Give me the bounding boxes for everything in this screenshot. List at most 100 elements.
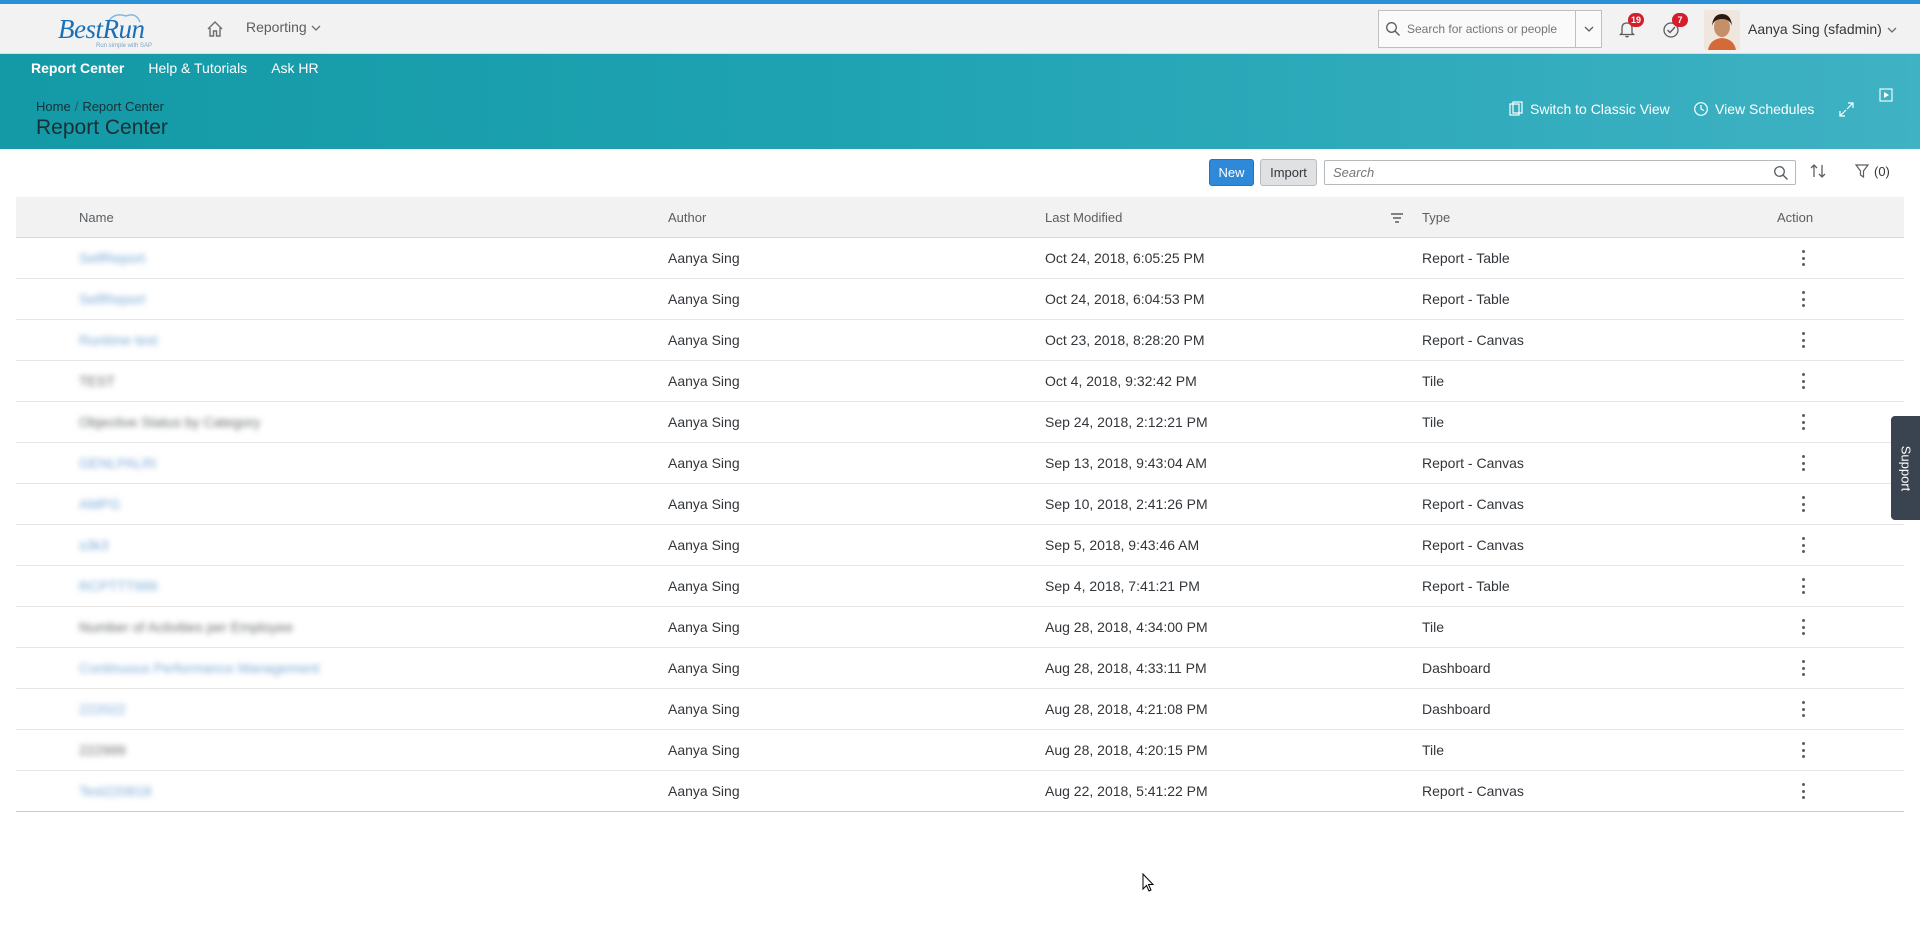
kebab-menu-icon[interactable] — [1797, 740, 1809, 760]
report-name-link[interactable]: Continuous Performance Management — [79, 660, 319, 676]
table-row[interactable]: 222022 Aanya Sing Aug 28, 2018, 4:21:08 PM… — [16, 689, 1904, 730]
report-last-modified: Oct 24, 2018, 6:05:25 PM — [1045, 250, 1205, 266]
subnav-help-tutorials[interactable]: Help & Tutorials — [148, 60, 259, 76]
switch-classic-view-button[interactable]: Switch to Classic View — [1508, 101, 1670, 117]
report-type: Tile — [1422, 619, 1445, 635]
table-row[interactable]: Objective Status by Category Aanya Sing Se… — [16, 402, 1904, 443]
new-button[interactable]: New — [1209, 159, 1254, 186]
breadcrumb-home[interactable]: Home — [36, 99, 71, 114]
report-last-modified: Sep 4, 2018, 7:41:21 PM — [1045, 578, 1200, 594]
search-scope-dropdown[interactable] — [1575, 11, 1601, 47]
view-schedules-button[interactable]: View Schedules — [1693, 101, 1814, 117]
report-name-link[interactable]: GENLPALRI — [79, 455, 157, 471]
fullscreen-icon[interactable] — [1838, 101, 1855, 121]
table-row[interactable]: s3k3 Aanya Sing Sep 5, 2018, 9:43:46 AM Rep… — [16, 525, 1904, 566]
kebab-menu-icon[interactable] — [1797, 699, 1809, 719]
global-search-input[interactable] — [1407, 22, 1575, 36]
kebab-menu-icon[interactable] — [1797, 371, 1809, 391]
kebab-menu-icon[interactable] — [1797, 453, 1809, 473]
table-row[interactable]: SelfReport Aanya Sing Oct 24, 2018, 6:05:2… — [16, 238, 1904, 279]
kebab-menu-icon[interactable] — [1797, 248, 1809, 268]
todo-button[interactable]: 7 — [1661, 13, 1688, 41]
report-list-panel: New Import (0) Name Author Last Modified… — [16, 149, 1904, 938]
chevron-down-icon — [1584, 26, 1593, 32]
avatar[interactable] — [1704, 10, 1740, 50]
report-last-modified: Oct 4, 2018, 9:32:42 PM — [1045, 373, 1197, 389]
table-search-input[interactable] — [1325, 165, 1755, 180]
report-author: Aanya Sing — [668, 619, 740, 635]
kebab-menu-icon[interactable] — [1797, 617, 1809, 637]
report-name-link[interactable]: RCPTTT999 — [79, 578, 158, 594]
table-row[interactable]: 222999 Aanya Sing Aug 28, 2018, 4:20:15 PM… — [16, 730, 1904, 771]
kebab-menu-icon[interactable] — [1797, 658, 1809, 678]
report-name-link[interactable]: 222022 — [79, 701, 126, 717]
report-name-link[interactable]: SelfReport — [79, 250, 145, 266]
subnav-ask-hr[interactable]: Ask HR — [271, 60, 330, 76]
kebab-menu-icon[interactable] — [1797, 535, 1809, 555]
kebab-menu-icon[interactable] — [1797, 289, 1809, 309]
kebab-menu-icon[interactable] — [1797, 412, 1809, 432]
report-name-link[interactable]: AMPG — [79, 496, 120, 512]
column-header-type[interactable]: Type — [1422, 210, 1450, 225]
report-name-link[interactable]: Test220818 — [79, 783, 151, 799]
report-type: Report - Canvas — [1422, 783, 1524, 799]
report-author: Aanya Sing — [668, 414, 740, 430]
table-row[interactable]: TEST Aanya Sing Oct 4, 2018, 9:32:42 PM Til… — [16, 361, 1904, 402]
kebab-menu-icon[interactable] — [1797, 576, 1809, 596]
report-name-link[interactable]: SelfReport — [79, 291, 145, 307]
table-row[interactable]: Continuous Performance Management Aanya S… — [16, 648, 1904, 689]
report-name-link: Number of Activities per Employee — [79, 619, 293, 635]
report-name-link[interactable]: Runtime test — [79, 332, 158, 348]
breadcrumb-current: Report Center — [82, 99, 164, 114]
sort-icon[interactable] — [1809, 162, 1827, 183]
notifications-badge: 19 — [1628, 13, 1645, 27]
report-last-modified: Sep 13, 2018, 9:43:04 AM — [1045, 455, 1207, 471]
filter-count: (0) — [1874, 163, 1890, 179]
company-logo[interactable]: BestRun Run simple with SAP — [56, 10, 156, 50]
report-type: Report - Table — [1422, 578, 1510, 594]
breadcrumb-separator: / — [74, 99, 79, 114]
table-search — [1324, 160, 1796, 185]
report-author: Aanya Sing — [668, 742, 740, 758]
switch-classic-view-label: Switch to Classic View — [1530, 101, 1670, 117]
logo-text: BestRun — [58, 14, 145, 44]
search-icon[interactable] — [1773, 165, 1789, 184]
filter-button[interactable]: (0) — [1854, 163, 1890, 179]
column-header-action: Action — [1777, 210, 1814, 225]
table-row[interactable]: Test220818 Aanya Sing Aug 22, 2018, 5:41:2… — [16, 771, 1904, 812]
report-name-link: Objective Status by Category — [79, 414, 261, 430]
table-row[interactable]: Runtime test Aanya Sing Oct 23, 2018, 8:28… — [16, 320, 1904, 361]
support-label: Support — [1898, 445, 1914, 491]
import-button[interactable]: Import — [1260, 159, 1317, 186]
classic-view-icon — [1509, 101, 1523, 116]
column-header-last-modified[interactable]: Last Modified — [1045, 210, 1122, 225]
kebab-menu-icon[interactable] — [1797, 330, 1809, 350]
notifications-button[interactable]: 19 — [1617, 13, 1645, 41]
column-header-author[interactable]: Author — [668, 210, 706, 225]
kebab-menu-icon[interactable] — [1797, 781, 1809, 801]
page-header: Report Center Help & Tutorials Ask HR Ho… — [0, 54, 1920, 149]
table-row[interactable]: Number of Activities per Employee Aanya S… — [16, 607, 1904, 648]
subnav-report-center[interactable]: Report Center — [31, 60, 136, 76]
table-row[interactable]: GENLPALRI Aanya Sing Sep 13, 2018, 9:43:04… — [16, 443, 1904, 484]
table-row[interactable]: SelfReport Aanya Sing Oct 24, 2018, 6:04:5… — [16, 279, 1904, 320]
table-row[interactable]: AMPG Aanya Sing Sep 10, 2018, 2:41:26 PM Re… — [16, 484, 1904, 525]
report-author: Aanya Sing — [668, 455, 740, 471]
report-type: Report - Canvas — [1422, 537, 1524, 553]
report-last-modified: Aug 28, 2018, 4:33:11 PM — [1045, 660, 1207, 676]
user-menu[interactable]: Aanya Sing (sfadmin) — [1748, 21, 1897, 37]
column-header-name[interactable]: Name — [79, 210, 114, 225]
column-filter-icon[interactable] — [1390, 211, 1404, 227]
support-tab[interactable]: Support — [1891, 416, 1920, 520]
report-name-link[interactable]: s3k3 — [79, 537, 109, 553]
kebab-menu-icon[interactable] — [1797, 494, 1809, 514]
module-menu[interactable]: Reporting — [246, 19, 321, 35]
table-row[interactable]: RCPTTT999 Aanya Sing Sep 4, 2018, 7:41:21 … — [16, 566, 1904, 607]
play-icon[interactable] — [1879, 88, 1893, 105]
global-search — [1378, 10, 1602, 48]
report-last-modified: Sep 10, 2018, 2:41:26 PM — [1045, 496, 1208, 512]
search-icon[interactable] — [1379, 11, 1407, 47]
report-last-modified: Aug 28, 2018, 4:20:15 PM — [1045, 742, 1208, 758]
report-author: Aanya Sing — [668, 250, 740, 266]
home-icon[interactable] — [205, 19, 225, 39]
